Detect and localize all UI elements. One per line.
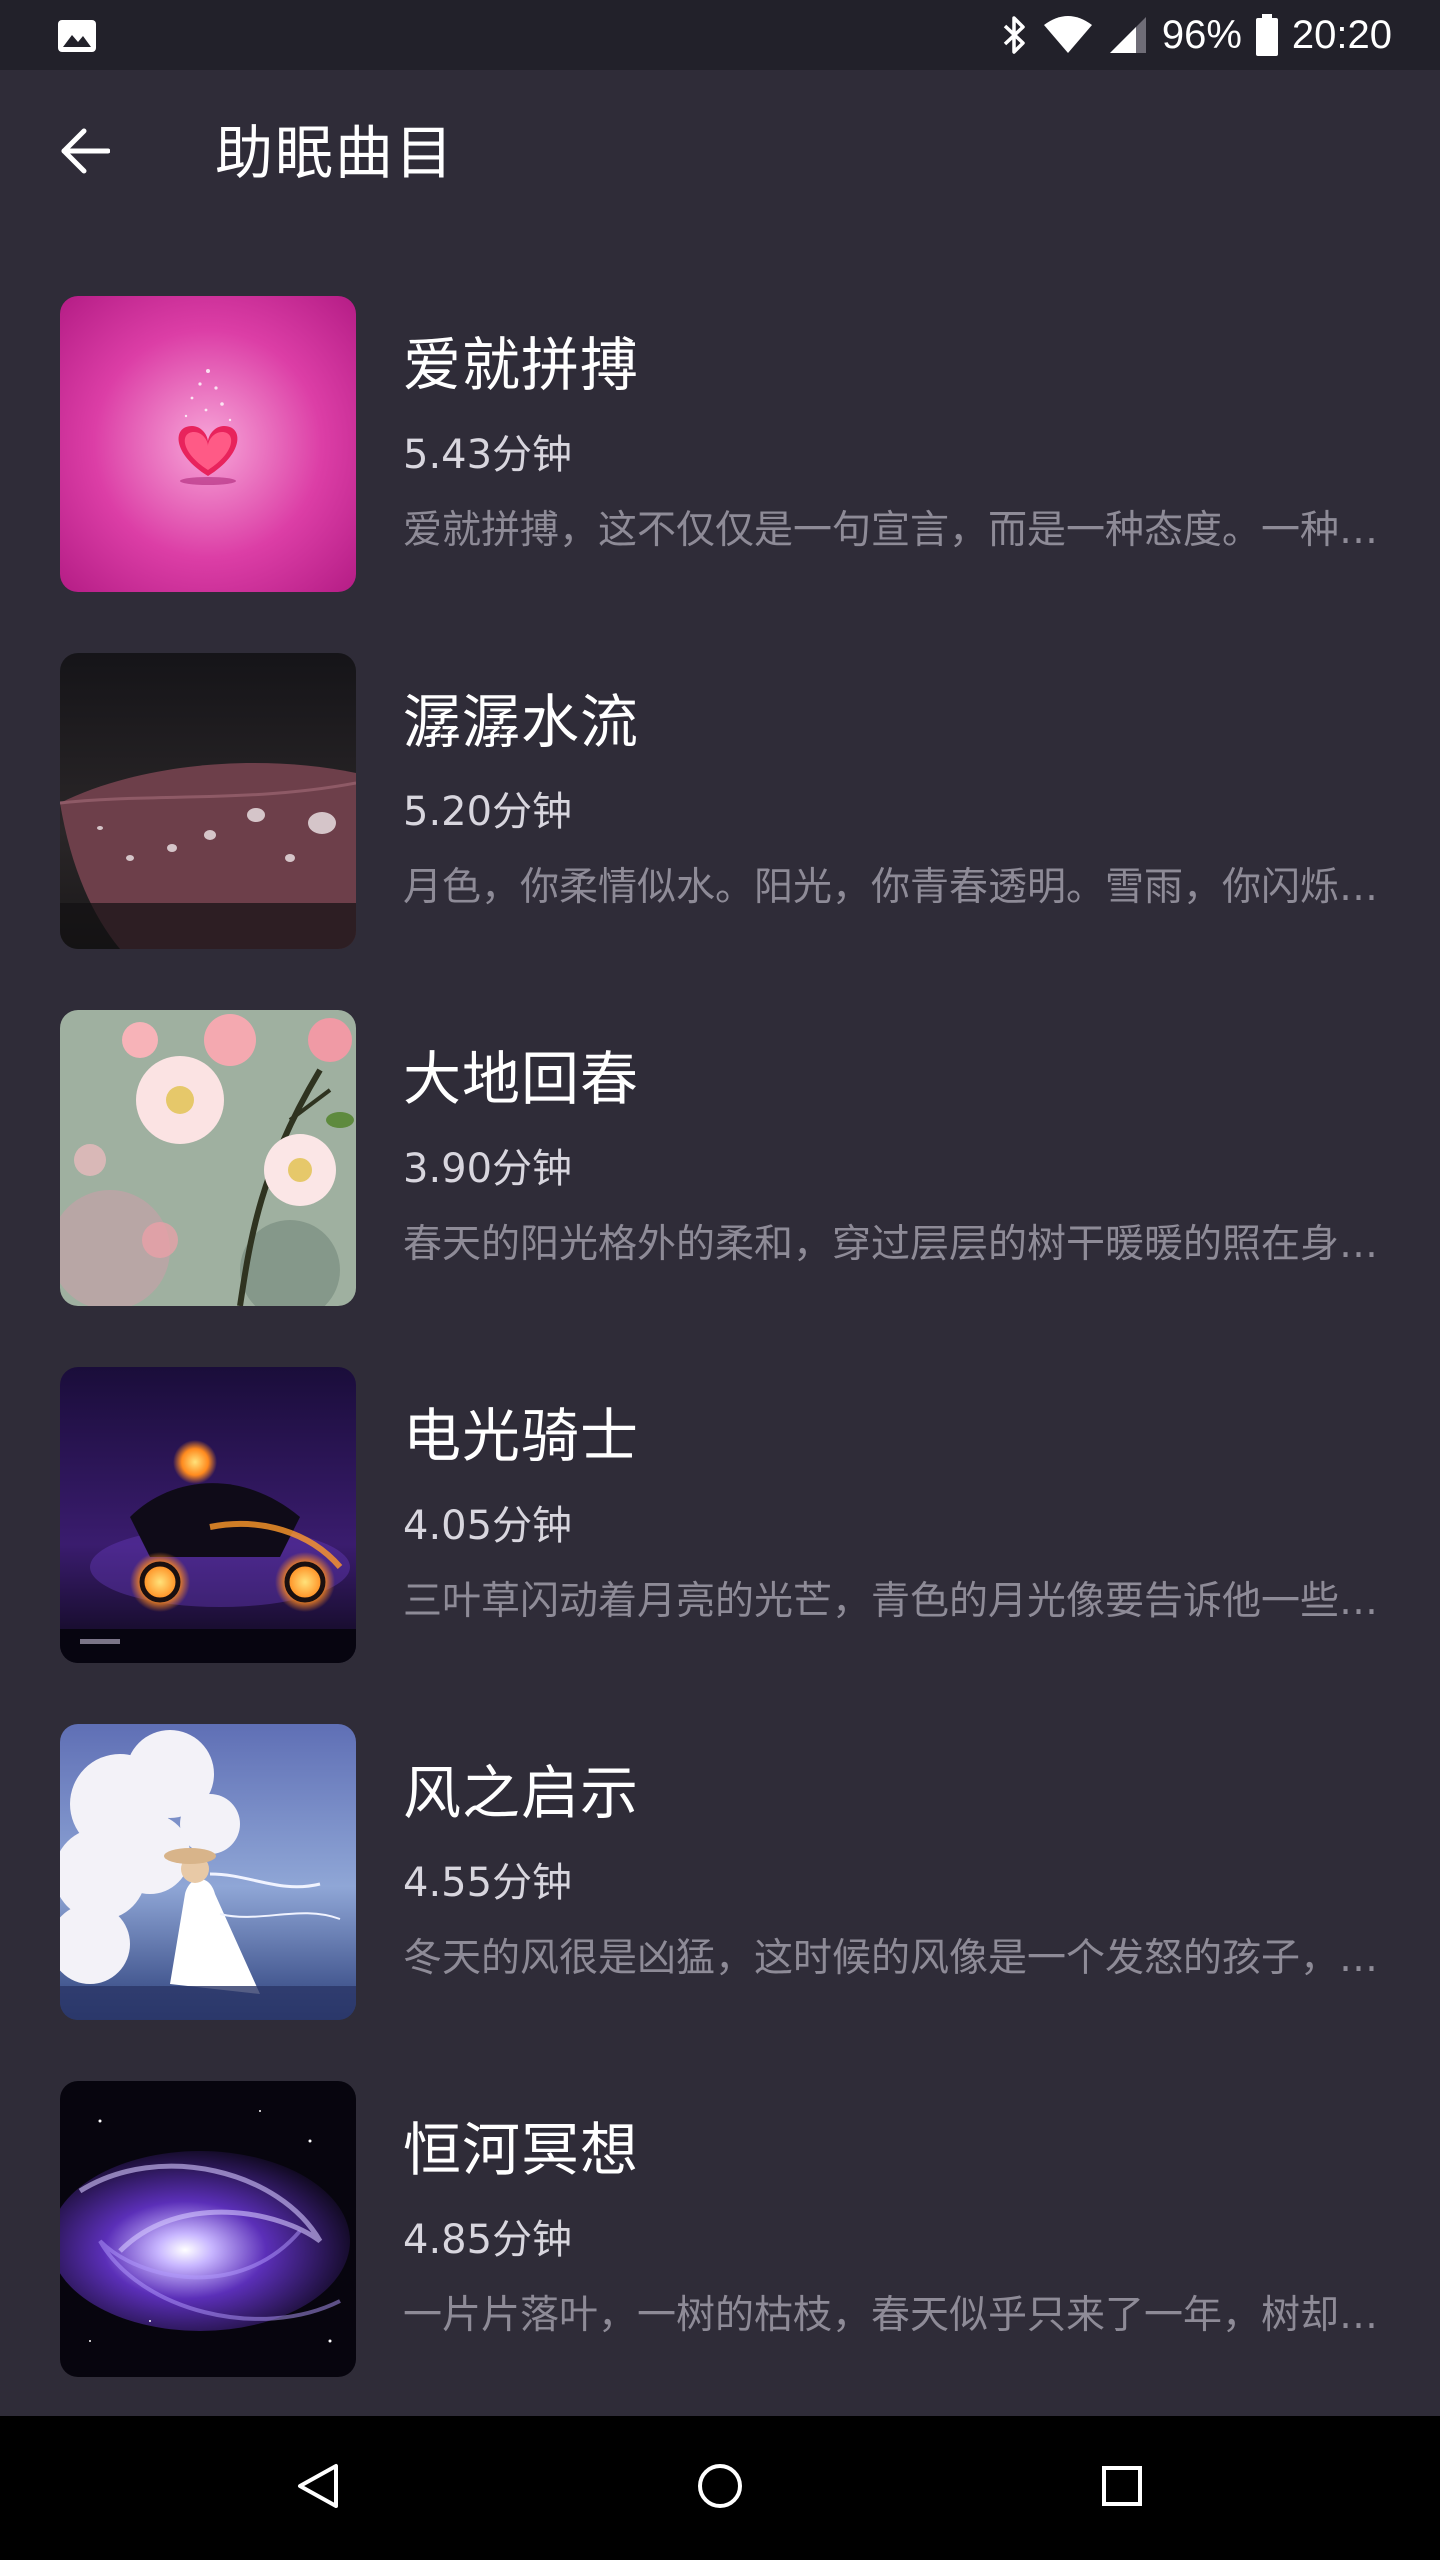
arrow-left-icon xyxy=(60,128,111,178)
track-list: 爱就拼搏 5.43分钟 爱就拼搏，这不仅仅是一句宣言，而是一种态度。一种坚持。 xyxy=(0,296,1440,2438)
nav-recents-button[interactable] xyxy=(1086,2452,1158,2524)
track-duration: 4.55分钟 xyxy=(403,1860,573,1906)
track-description: 三叶草闪动着月亮的光芒，青色的月光像要告诉他一些什么。 xyxy=(403,1579,1388,1624)
track-title: 恒河冥想 xyxy=(403,2116,640,2184)
track-duration: 5.43分钟 xyxy=(403,432,573,478)
track-title: 大地回春 xyxy=(403,1045,640,1113)
track-thumbnail xyxy=(60,653,356,949)
blossoms-image xyxy=(60,1010,356,1306)
track-thumbnail xyxy=(60,296,356,592)
track-title: 风之启示 xyxy=(403,1759,640,1827)
track-duration: 3.90分钟 xyxy=(403,1146,573,1192)
list-item[interactable]: 大地回春 3.90分钟 春天的阳光格外的柔和，穿过层层的树干暖暖的照在身上。 xyxy=(0,1010,1440,1367)
bluetooth-icon xyxy=(1002,15,1028,55)
signal-icon xyxy=(1108,15,1148,55)
battery-icon xyxy=(1255,14,1278,56)
track-duration: 4.05分钟 xyxy=(403,1503,573,1549)
recents-square-icon xyxy=(1100,2464,1144,2512)
list-item[interactable]: 爱就拼搏 5.43分钟 爱就拼搏，这不仅仅是一句宣言，而是一种态度。一种坚持。 xyxy=(0,296,1440,653)
nav-back-button[interactable] xyxy=(282,2452,354,2524)
track-thumbnail xyxy=(60,1724,356,2020)
galaxy-image xyxy=(60,2081,356,2377)
list-item[interactable]: 电光骑士 4.05分钟 三叶草闪动着月亮的光芒，青色的月光像要告诉他一些什么。 xyxy=(0,1367,1440,1724)
gallery-icon xyxy=(58,20,96,52)
pink-heart-image xyxy=(60,296,356,592)
nav-home-button[interactable] xyxy=(684,2452,756,2524)
battery-percent: 96% xyxy=(1161,12,1242,57)
list-item[interactable]: 潺潺水流 5.20分钟 月色，你柔情似水。阳光，你青春透明。雪雨，你闪烁晶莹。 xyxy=(0,653,1440,1010)
track-title: 潺潺水流 xyxy=(403,688,640,756)
navigation-bar xyxy=(0,2416,1440,2560)
track-description: 冬天的风很是凶猛，这时候的风像是一个发怒的孩子，呼啸而过。 xyxy=(403,1936,1388,1981)
status-bar: 96% 20:20 xyxy=(0,0,1440,70)
clock: 20:20 xyxy=(1291,12,1392,57)
track-description: 春天的阳光格外的柔和，穿过层层的树干暖暖的照在身上。 xyxy=(403,1222,1388,1267)
track-title: 爱就拼搏 xyxy=(403,331,640,399)
track-description: 月色，你柔情似水。阳光，你青春透明。雪雨，你闪烁晶莹。 xyxy=(403,865,1388,910)
home-circle-icon xyxy=(696,2462,744,2514)
track-thumbnail xyxy=(60,1010,356,1306)
list-item[interactable]: 风之启示 4.55分钟 冬天的风很是凶猛，这时候的风像是一个发怒的孩子，呼啸而过… xyxy=(0,1724,1440,2081)
track-description: 一片片落叶，一树的枯枝，春天似乎只来了一年，树却老了。 xyxy=(403,2293,1388,2338)
girl-clouds-image xyxy=(60,1724,356,2020)
track-description: 爱就拼搏，这不仅仅是一句宣言，而是一种态度。一种坚持。 xyxy=(403,508,1388,553)
app-bar: 助眠曲目 xyxy=(0,70,1440,240)
page-title: 助眠曲目 xyxy=(215,119,456,187)
track-title: 电光骑士 xyxy=(403,1402,640,1470)
back-button[interactable] xyxy=(40,108,130,198)
track-duration: 4.85分钟 xyxy=(403,2217,573,2263)
track-duration: 5.20分钟 xyxy=(403,789,573,835)
track-thumbnail xyxy=(60,2081,356,2377)
status-indicators: 96% 20:20 xyxy=(1002,0,1392,70)
track-thumbnail xyxy=(60,1367,356,1663)
leaf-water-drops-image xyxy=(60,653,356,949)
back-triangle-icon xyxy=(296,2462,340,2514)
wifi-icon xyxy=(1042,15,1094,55)
flaming-rider-image xyxy=(60,1367,356,1663)
list-item[interactable]: 恒河冥想 4.85分钟 一片片落叶，一树的枯枝，春天似乎只来了一年，树却老了。 xyxy=(0,2081,1440,2438)
